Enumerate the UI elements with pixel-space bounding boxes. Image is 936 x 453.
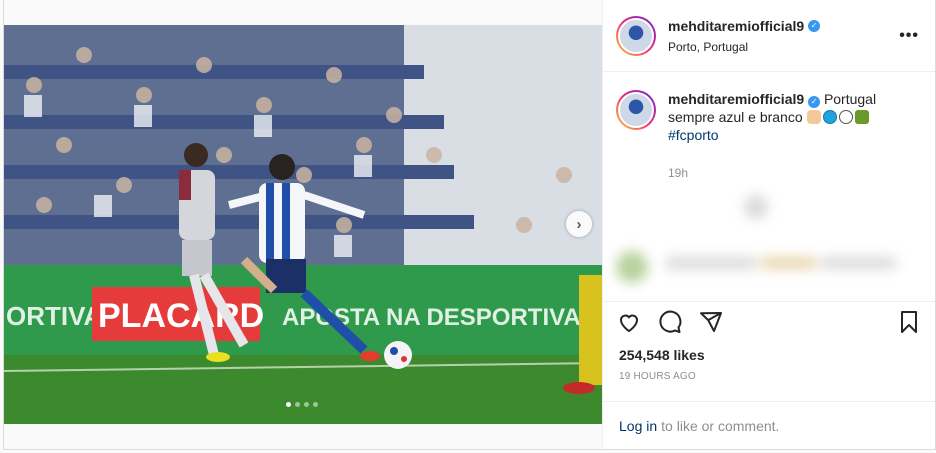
carousel-dot-2 [295, 402, 300, 407]
author-username[interactable]: mehditaremiofficial9 ✓ [668, 18, 821, 34]
instagram-post: ORTIVA PLACARD APOSTA NA DESPORTIVA › me… [3, 0, 936, 450]
caption-verified-badge-icon: ✓ [808, 96, 821, 108]
share-button[interactable] [698, 309, 724, 335]
hashtag-link[interactable]: #fcporto [668, 127, 719, 143]
caption-username[interactable]: mehditaremiofficial9 [668, 91, 804, 107]
dragon-icon [854, 110, 869, 124]
login-link[interactable]: Log in [619, 418, 657, 434]
post-media: ORTIVA PLACARD APOSTA NA DESPORTIVA › [4, 0, 602, 449]
comment-icon [659, 310, 682, 333]
carousel-indicator [286, 402, 318, 407]
white-circle-icon [838, 110, 853, 124]
author-username-text[interactable]: mehditaremiofficial9 [668, 18, 804, 34]
bookmark-icon [901, 310, 917, 333]
caption-line1: Portugal [823, 91, 877, 107]
post-location[interactable]: Porto, Portugal [668, 40, 895, 54]
football-photo: ORTIVA PLACARD APOSTA NA DESPORTIVA [4, 25, 602, 424]
caption-time: 19h [668, 166, 689, 180]
login-prompt-text: to like or comment. [661, 417, 780, 434]
caption-line2: sempre azul e branco [668, 109, 803, 125]
carousel-next-button[interactable]: › [566, 211, 592, 237]
more-options-button[interactable]: ••• [895, 27, 923, 45]
paper-plane-icon [700, 311, 722, 332]
verified-badge-icon: ✓ [808, 19, 821, 32]
like-count[interactable]: 254,548 likes [603, 341, 935, 363]
carousel-dot-4 [313, 402, 318, 407]
caption: mehditaremiofficial9 ✓ Portugal sempre a… [616, 90, 916, 144]
comments-area: mehditaremiofficial9 ✓ Portugal sempre a… [603, 72, 935, 301]
avatar[interactable] [616, 15, 656, 56]
post-timestamp[interactable]: 19 HOURS AGO [603, 363, 935, 382]
blue-circle-icon [822, 110, 837, 124]
login-prompt: Log in to like or comment. [603, 401, 935, 449]
caption-text: mehditaremiofficial9 ✓ Portugal sempre a… [668, 90, 898, 144]
caption-avatar[interactable] [616, 90, 656, 130]
post-header: mehditaremiofficial9 ✓ Porto, Portugal •… [603, 0, 935, 72]
post-sidebar: mehditaremiofficial9 ✓ Porto, Portugal •… [602, 0, 935, 449]
post-photo[interactable]: ORTIVA PLACARD APOSTA NA DESPORTIVA [4, 25, 602, 424]
carousel-dot-1 [286, 402, 291, 407]
like-button[interactable] [616, 309, 642, 335]
blurred-comment [616, 195, 896, 283]
carousel-dot-3 [304, 402, 309, 407]
post-actions [603, 301, 935, 341]
flexed-biceps-icon [806, 110, 821, 124]
comment-button[interactable] [657, 309, 683, 335]
banner-left-text: ORTIVA [6, 301, 103, 331]
save-button[interactable] [896, 309, 922, 335]
chevron-right-icon: › [576, 215, 582, 233]
heart-icon [619, 314, 639, 332]
